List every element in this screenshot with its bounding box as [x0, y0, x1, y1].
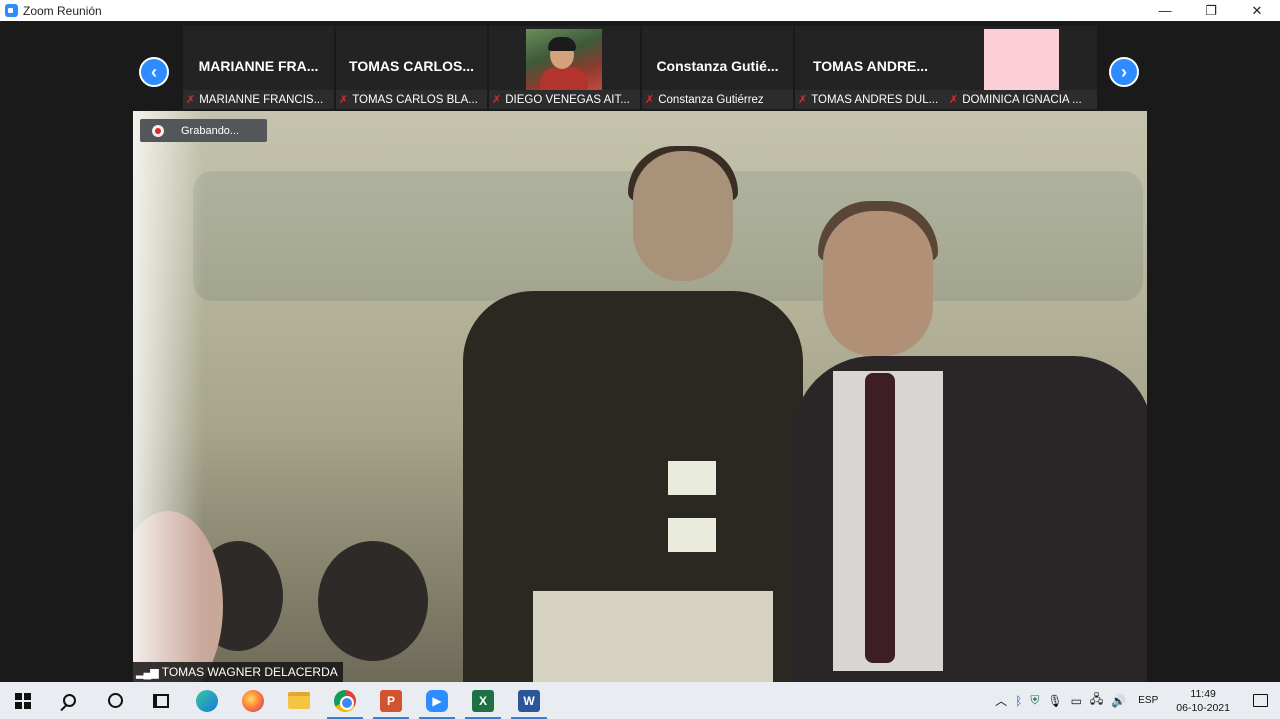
recording-indicator[interactable]: Grabando...: [140, 119, 267, 142]
chevron-up-icon[interactable]: ︿: [995, 692, 1007, 709]
participant-tile[interactable]: TOMAS ANDRE... ✗ TOMAS ANDRES DUL...: [795, 26, 946, 109]
participant-label: DOMINICA IGNACIA ...: [962, 93, 1082, 106]
start-button[interactable]: [0, 682, 46, 719]
edge-icon: [196, 689, 218, 712]
taskbar: P ▶ X W ︿ ᛒ ⛨ 🎙 ▭ 🖧 🔊 ESP 11:49 06-10-20…: [0, 682, 1280, 719]
previous-page-button[interactable]: ‹: [139, 57, 169, 87]
taskbar-powerpoint[interactable]: P: [368, 682, 414, 719]
chrome-icon: [334, 689, 356, 712]
participant-name-bar: ✗ DOMINICA IGNACIA ...: [946, 90, 1097, 109]
notification-icon: [1252, 694, 1268, 707]
meeting-area: ‹ MARIANNE FRA... ✗ MARIANNE FRANCIS... …: [0, 21, 1280, 682]
signal-strength-icon: ▂▄▆: [136, 666, 159, 679]
volume-icon[interactable]: 🔊: [1111, 694, 1126, 708]
taskbar-zoom[interactable]: ▶: [414, 682, 460, 719]
next-page-button[interactable]: ›: [1109, 57, 1139, 87]
task-view-button[interactable]: [138, 682, 184, 719]
excel-icon: X: [472, 689, 494, 712]
powerpoint-icon: P: [380, 689, 402, 712]
participant-strip: ‹ MARIANNE FRA... ✗ MARIANNE FRANCIS... …: [0, 26, 1280, 110]
active-speaker-video[interactable]: Grabando... ▂▄▆ TOMAS WAGNER DELACERDA: [133, 111, 1147, 682]
chevron-right-icon: ›: [1121, 61, 1127, 82]
language-indicator[interactable]: ESP: [1138, 695, 1158, 706]
participant-video: [526, 29, 602, 90]
participant-name-large: TOMAS CARLOS...: [349, 58, 474, 74]
task-view-icon: [153, 693, 169, 708]
participant-tile[interactable]: Constanza Gutié... ✗ Constanza Gutiérrez: [642, 26, 793, 109]
muted-mic-icon: ✗: [339, 94, 349, 106]
speaker-name-tag: ▂▄▆ TOMAS WAGNER DELACERDA: [133, 662, 343, 682]
participant-name-large: TOMAS ANDRE...: [812, 58, 929, 74]
participant-tile[interactable]: ✗ DOMINICA IGNACIA ...: [946, 26, 1097, 109]
participant-name-bar: ✗ DIEGO VENEGAS AIT...: [489, 90, 640, 109]
chevron-left-icon: ‹: [151, 61, 157, 82]
participant-label: Constanza Gutiérrez: [658, 93, 764, 106]
taskbar-file-explorer[interactable]: [276, 682, 322, 719]
participant-video: [984, 29, 1059, 90]
word-icon: W: [518, 689, 540, 712]
battery-icon[interactable]: ▭: [1071, 694, 1082, 708]
taskbar-excel[interactable]: X: [460, 682, 506, 719]
participant-name-large: Constanza Gutié...: [656, 58, 779, 74]
muted-mic-icon: ✗: [645, 94, 655, 106]
participant-name-bar: ✗ TOMAS CARLOS BLA...: [336, 90, 487, 109]
participant-tile[interactable]: MARIANNE FRA... ✗ MARIANNE FRANCIS...: [183, 26, 334, 109]
zoom-app-icon: [5, 4, 18, 17]
clock-time: 11:49: [1190, 687, 1216, 700]
clock-date: 06-10-2021: [1176, 701, 1230, 714]
clock[interactable]: 11:49 06-10-2021: [1176, 687, 1230, 715]
participant-name-large: MARIANNE FRA...: [198, 58, 319, 74]
windows-logo-icon: [15, 692, 31, 709]
system-tray: ︿ ᛒ ⛨ 🎙 ▭ 🖧 🔊 ESP 11:49 06-10-2021: [991, 682, 1280, 719]
notifications-button[interactable]: [1240, 682, 1280, 719]
recording-label: Grabando...: [181, 124, 240, 137]
microphone-icon[interactable]: 🎙: [1047, 694, 1062, 708]
participant-label: TOMAS ANDRES DUL...: [811, 93, 939, 106]
participant-tile[interactable]: TOMAS CARLOS... ✗ TOMAS CARLOS BLA...: [336, 26, 487, 109]
bluetooth-icon[interactable]: ᛒ: [1015, 694, 1022, 708]
taskbar-firefox[interactable]: [230, 682, 276, 719]
participant-label: TOMAS CARLOS BLA...: [352, 93, 478, 106]
participant-name-bar: ✗ MARIANNE FRANCIS...: [183, 90, 334, 109]
muted-mic-icon: ✗: [186, 94, 196, 106]
speaker-name: TOMAS WAGNER DELACERDA: [161, 665, 338, 679]
muted-mic-icon: ✗: [949, 94, 959, 106]
shield-icon[interactable]: ⛨: [1030, 693, 1039, 708]
cortana-button[interactable]: [92, 682, 138, 719]
search-icon: [62, 694, 76, 707]
window-title: Zoom Reunión: [23, 3, 102, 18]
muted-mic-icon: ✗: [798, 94, 808, 106]
folder-icon: [288, 692, 310, 709]
participant-name-bar: ✗ Constanza Gutiérrez: [642, 90, 793, 109]
taskbar-chrome[interactable]: [322, 682, 368, 719]
minimize-button[interactable]: —: [1142, 0, 1188, 21]
participant-label: DIEGO VENEGAS AIT...: [505, 93, 630, 106]
firefox-icon: [242, 689, 264, 712]
title-bar: Zoom Reunión — ❐ ✕: [0, 0, 1280, 21]
participant-tile[interactable]: ✗ DIEGO VENEGAS AIT...: [489, 26, 640, 109]
cortana-icon: [107, 693, 123, 708]
taskbar-word[interactable]: W: [506, 682, 552, 719]
record-icon: [152, 124, 164, 137]
restore-button[interactable]: ❐: [1188, 0, 1234, 21]
search-button[interactable]: [46, 682, 92, 719]
taskbar-edge[interactable]: [184, 682, 230, 719]
participant-label: MARIANNE FRANCIS...: [199, 93, 324, 106]
muted-mic-icon: ✗: [492, 94, 502, 106]
participant-name-bar: ✗ TOMAS ANDRES DUL...: [795, 90, 946, 109]
window-controls: — ❐ ✕: [1142, 0, 1280, 21]
zoom-icon: ▶: [426, 689, 448, 712]
close-button[interactable]: ✕: [1234, 0, 1280, 21]
network-icon[interactable]: 🖧: [1090, 690, 1103, 711]
